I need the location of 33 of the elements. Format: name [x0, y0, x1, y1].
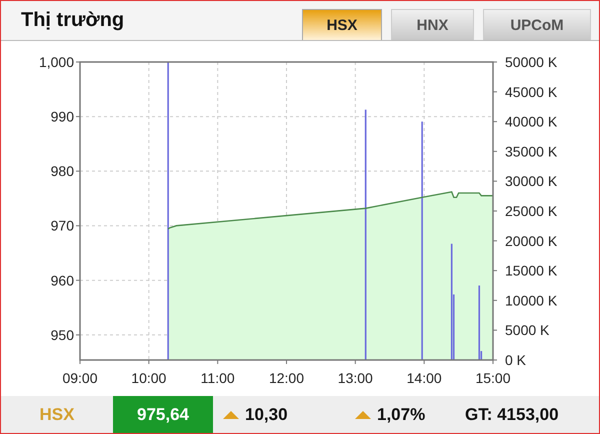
market-tab[interactable]: HNX	[391, 9, 474, 40]
volume-axis-label: 15000 K	[505, 262, 558, 279]
volume-axis-label: 10000 K	[505, 292, 558, 308]
market-tab[interactable]: HSX	[302, 9, 382, 40]
market-tab[interactable]: UPCoM	[483, 9, 591, 40]
volume-axis-label: 40000 K	[505, 114, 558, 130]
volume-axis-label: 5000 K	[505, 322, 550, 338]
x-axis-label: 11:00	[200, 370, 235, 386]
x-axis-label: 13:00	[338, 370, 373, 386]
x-axis-label: 10:00	[131, 370, 166, 386]
volume-axis-label: 50000 K	[505, 54, 558, 70]
y-axis-label: 950	[50, 326, 74, 343]
panel-title: Thị trường	[21, 9, 124, 32]
turnover-value: GT: 4153,00	[465, 404, 559, 426]
x-axis-label: 15:00	[475, 370, 511, 386]
y-axis-label: 970	[50, 218, 74, 234]
volume-axis-label: 25000 K	[505, 203, 558, 219]
volume-axis-label: 30000 K	[505, 173, 558, 190]
volume-axis-label: 0 K	[505, 352, 526, 368]
volume-axis-label: 45000 K	[505, 84, 558, 100]
x-axis-label: 14:00	[406, 370, 442, 386]
index-name: HSX	[38, 404, 76, 426]
y-axis-label: 960	[50, 272, 74, 288]
percent-change: 1,07%	[377, 404, 426, 424]
volume-axis-label: 35000 K	[505, 143, 558, 160]
y-axis-label: 1,000	[38, 54, 74, 70]
y-axis-label: 980	[50, 163, 74, 180]
x-axis-label: 09:00	[62, 370, 98, 386]
volume-axis-label: 20000 K	[505, 232, 558, 249]
y-axis-label: 990	[50, 108, 74, 125]
x-axis-label: 12:00	[268, 370, 304, 386]
change-value: 10,30	[245, 404, 288, 424]
index-value: 975,64	[113, 396, 213, 433]
